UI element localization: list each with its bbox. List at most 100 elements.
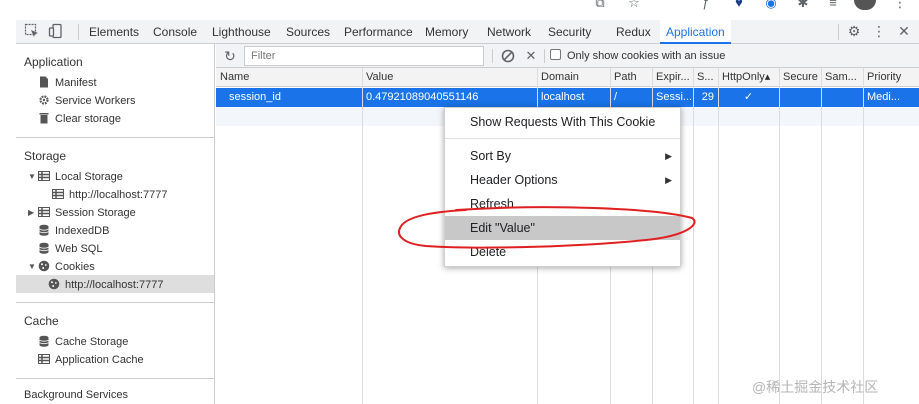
- gear-icon: [39, 95, 49, 105]
- column-divider[interactable]: [718, 68, 719, 404]
- menu-separator: [445, 138, 680, 139]
- tab-redux[interactable]: Redux: [616, 20, 651, 44]
- cell-size[interactable]: 29: [695, 88, 718, 107]
- column-header-name[interactable]: Name: [216, 68, 362, 87]
- tab-network[interactable]: Network: [487, 20, 531, 44]
- tab-application[interactable]: Application: [660, 20, 731, 44]
- column-header-expires[interactable]: Expir...: [652, 68, 693, 87]
- sidebar-item-websql[interactable]: Web SQL: [38, 240, 103, 258]
- cookie-icon: [38, 260, 50, 272]
- column-header-samesite[interactable]: Sam...: [821, 68, 863, 87]
- column-header-secure[interactable]: Secure: [779, 68, 821, 87]
- column-divider[interactable]: [362, 68, 363, 404]
- tab-memory[interactable]: Memory: [425, 20, 468, 44]
- trash-icon: [39, 113, 49, 124]
- column-header-priority[interactable]: Priority: [863, 68, 919, 87]
- column-divider[interactable]: [821, 68, 822, 404]
- column-divider[interactable]: [779, 68, 780, 404]
- menu-item-header-options[interactable]: Header Options ▶: [445, 168, 680, 192]
- tab-sources[interactable]: Sources: [286, 20, 330, 44]
- sidebar-item-service-workers[interactable]: Service Workers: [38, 92, 135, 110]
- extensions-puzzle-icon[interactable]: ✱: [795, 0, 811, 10]
- translate-icon[interactable]: ⧉: [592, 0, 608, 10]
- menu-item-sort-by[interactable]: Sort By ▶: [445, 144, 680, 168]
- tab-security[interactable]: Security: [548, 20, 591, 44]
- sidebar-item-label: Web SQL: [55, 243, 103, 255]
- toolbar-separator: [838, 24, 839, 40]
- column-divider[interactable]: [863, 68, 864, 404]
- tab-performance[interactable]: Performance: [344, 20, 413, 44]
- sidebar-section-background-services: Background Services: [24, 389, 128, 401]
- cell-domain[interactable]: localhost: [537, 88, 610, 107]
- column-header-value[interactable]: Value: [362, 68, 537, 87]
- menu-item-edit-value[interactable]: Edit "Value": [445, 216, 680, 240]
- menu-item-delete[interactable]: Delete: [445, 240, 680, 264]
- column-header-path[interactable]: Path: [610, 68, 652, 87]
- tab-lighthouse[interactable]: Lighthouse: [212, 20, 271, 44]
- column-header-httponly[interactable]: HttpOnly▴: [718, 68, 779, 87]
- sidebar-item-application-cache[interactable]: Application Cache: [38, 351, 144, 369]
- extension-c-icon[interactable]: ◉: [763, 0, 779, 10]
- column-header-domain[interactable]: Domain: [537, 68, 610, 87]
- browser-menu-icon[interactable]: ⋮: [893, 0, 907, 11]
- extension-f-icon[interactable]: ƒ: [698, 0, 714, 10]
- only-issue-checkbox[interactable]: Only show cookies with an issue: [550, 49, 725, 63]
- cell-httponly[interactable]: ✓: [718, 88, 779, 107]
- expand-triangle-icon[interactable]: ▼: [28, 173, 36, 181]
- cell-value[interactable]: 0.47921089040551146: [362, 88, 537, 107]
- sidebar-item-label: Local Storage: [55, 171, 123, 183]
- star-icon[interactable]: ☆: [626, 0, 642, 10]
- clear-all-icon[interactable]: [500, 48, 516, 64]
- sidebar-item-local-storage-origin[interactable]: http://localhost:7777: [52, 186, 167, 204]
- filter-input[interactable]: [244, 46, 484, 66]
- sidebar-item-label: IndexedDB: [55, 225, 110, 237]
- expand-triangle-icon[interactable]: ▼: [28, 263, 36, 271]
- more-options-icon[interactable]: ⋮: [871, 23, 887, 39]
- sidebar-section-application: Application: [24, 55, 83, 69]
- profile-avatar[interactable]: [854, 0, 876, 10]
- inspect-element-icon[interactable]: [24, 23, 40, 39]
- extension-shield-icon[interactable]: ♥: [731, 0, 747, 10]
- menu-item-label: Sort By: [470, 149, 511, 163]
- column-divider[interactable]: [693, 68, 694, 404]
- menu-item-label: Header Options: [470, 173, 558, 187]
- refresh-icon[interactable]: ↻: [222, 48, 238, 64]
- sidebar-item-cookies-origin[interactable]: http://localhost:7777: [48, 276, 163, 294]
- sidebar-item-manifest[interactable]: Manifest: [38, 74, 97, 92]
- delete-selected-icon[interactable]: ✕: [523, 48, 539, 64]
- menu-item-show-requests[interactable]: Show Requests With This Cookie: [445, 110, 680, 134]
- sidebar-item-label: Manifest: [55, 77, 97, 89]
- checkbox-box[interactable]: [550, 49, 561, 60]
- table-grid-icon: [38, 207, 50, 217]
- cell-samesite[interactable]: [821, 88, 863, 107]
- cell-secure[interactable]: [779, 88, 821, 107]
- cell-name[interactable]: session_id: [225, 88, 362, 107]
- sidebar-item-label: Cookies: [55, 261, 95, 273]
- collapse-triangle-icon[interactable]: ▶: [28, 209, 36, 217]
- sidebar-item-label: http://localhost:7777: [69, 189, 168, 201]
- sidebar-item-label: Session Storage: [55, 207, 136, 219]
- sidebar-item-local-storage[interactable]: Local Storage: [38, 168, 123, 186]
- sidebar-section-storage: Storage: [24, 149, 67, 163]
- device-toolbar-icon[interactable]: [48, 23, 64, 39]
- watermark-text: @稀土掘金技术社区: [752, 379, 879, 395]
- sidebar-item-cookies[interactable]: Cookies: [38, 258, 95, 276]
- menu-item-refresh[interactable]: Refresh: [445, 192, 680, 216]
- tab-elements[interactable]: Elements: [89, 20, 139, 44]
- sidebar-item-cache-storage[interactable]: Cache Storage: [38, 333, 128, 351]
- cell-path[interactable]: /: [610, 88, 652, 107]
- settings-gear-icon[interactable]: ⚙: [846, 23, 862, 39]
- cell-expires[interactable]: Sessi...: [652, 88, 693, 107]
- sidebar-item-label: Service Workers: [55, 95, 136, 107]
- reading-list-icon[interactable]: ≡: [825, 0, 841, 10]
- sidebar-item-indexeddb[interactable]: IndexedDB: [38, 222, 109, 240]
- sidebar-item-label: http://localhost:7777: [65, 279, 164, 291]
- sidebar-item-session-storage[interactable]: Session Storage: [38, 204, 136, 222]
- database-icon: [39, 224, 49, 236]
- application-sidebar: Application Manifest Service Workers Cle…: [16, 44, 215, 404]
- sidebar-item-clear-storage[interactable]: Clear storage: [38, 110, 121, 128]
- close-devtools-icon[interactable]: ✕: [896, 23, 912, 39]
- column-header-size[interactable]: S...: [693, 68, 718, 87]
- cell-priority[interactable]: Medi...: [863, 88, 919, 107]
- tab-console[interactable]: Console: [153, 20, 197, 44]
